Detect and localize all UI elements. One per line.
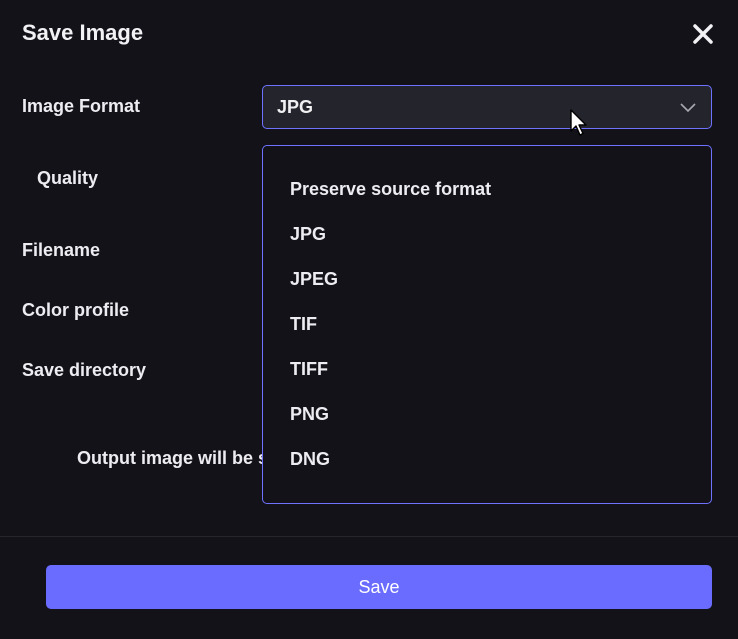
image-format-label: Image Format bbox=[22, 96, 141, 116]
format-option-dng[interactable]: DNG bbox=[290, 449, 330, 470]
save-image-dialog: Save Image Image Format Quality Filename… bbox=[0, 0, 738, 639]
format-option-preserve-source[interactable]: Preserve source format bbox=[290, 179, 491, 200]
mouse-pointer-icon bbox=[570, 109, 587, 136]
image-format-dropdown: Preserve source format JPG JPEG TIF TIFF… bbox=[262, 145, 712, 504]
format-option-png[interactable]: PNG bbox=[290, 404, 329, 425]
format-option-tiff[interactable]: TIFF bbox=[290, 359, 328, 380]
output-path-text: Output image will be s bbox=[77, 448, 267, 468]
format-option-tif[interactable]: TIF bbox=[290, 314, 317, 335]
save-directory-label: Save directory bbox=[22, 360, 147, 380]
quality-label: Quality bbox=[37, 168, 99, 188]
chevron-down-icon bbox=[680, 103, 696, 113]
close-button[interactable] bbox=[689, 20, 717, 48]
format-option-jpeg[interactable]: JPEG bbox=[290, 269, 338, 290]
image-format-select[interactable]: JPG bbox=[262, 85, 712, 129]
filename-label: Filename bbox=[22, 240, 101, 260]
format-option-jpg[interactable]: JPG bbox=[290, 224, 326, 245]
color-profile-label: Color profile bbox=[22, 300, 129, 320]
dialog-title: Save Image bbox=[22, 20, 144, 45]
save-button[interactable]: Save bbox=[46, 565, 712, 609]
close-icon bbox=[693, 24, 713, 44]
footer-divider bbox=[0, 536, 738, 537]
image-format-selected-value: JPG bbox=[277, 97, 314, 117]
